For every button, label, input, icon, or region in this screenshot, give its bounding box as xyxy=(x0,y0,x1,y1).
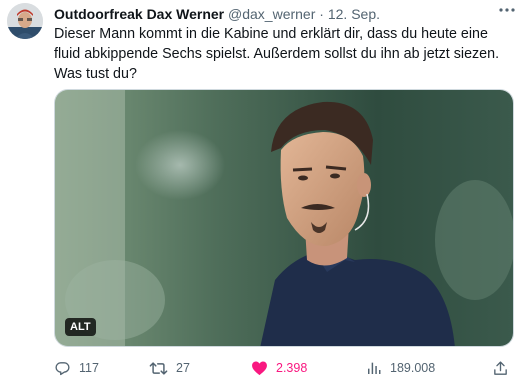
reply-count: 117 xyxy=(79,361,99,375)
tweet-text: Dieser Mann kommt in die Kabine und erkl… xyxy=(54,26,500,82)
author-handle[interactable]: @dax_werner xyxy=(228,6,315,22)
reply-button[interactable]: 117 xyxy=(54,357,99,379)
more-horizontal-icon xyxy=(499,8,515,12)
reply-bubble-icon xyxy=(55,361,70,375)
like-count: 2.398 xyxy=(276,361,308,375)
views-count: 189.008 xyxy=(390,361,436,375)
more-button[interactable] xyxy=(499,3,515,17)
heart-filled-icon xyxy=(252,361,267,376)
alt-badge[interactable]: ALT xyxy=(65,318,96,336)
views-button[interactable]: 189.008 xyxy=(366,357,435,379)
bar-chart-icon xyxy=(368,362,381,374)
share-button[interactable] xyxy=(492,357,509,379)
avatar[interactable] xyxy=(7,3,43,39)
tweet-media[interactable]: ALT xyxy=(54,89,514,347)
author-name[interactable]: Outdoorfreak Dax Werner xyxy=(54,6,224,22)
tweet-actions: 117 27 2.398 189.008 xyxy=(54,357,516,379)
retweet-button[interactable]: 27 xyxy=(149,357,190,379)
retweet-arrows-icon xyxy=(149,361,168,375)
avatar-image xyxy=(7,3,43,39)
header-separator: · xyxy=(319,6,324,22)
retweet-count: 27 xyxy=(176,361,190,375)
tweet-photo xyxy=(55,90,513,346)
tweet-date[interactable]: 12. Sep. xyxy=(328,6,380,22)
like-button[interactable]: 2.398 xyxy=(251,357,307,379)
tweet[interactable]: Outdoorfreak Dax Werner @dax_werner · 12… xyxy=(0,0,523,387)
tweet-header: Outdoorfreak Dax Werner @dax_werner · 12… xyxy=(54,5,493,23)
share-upload-icon xyxy=(494,360,507,375)
